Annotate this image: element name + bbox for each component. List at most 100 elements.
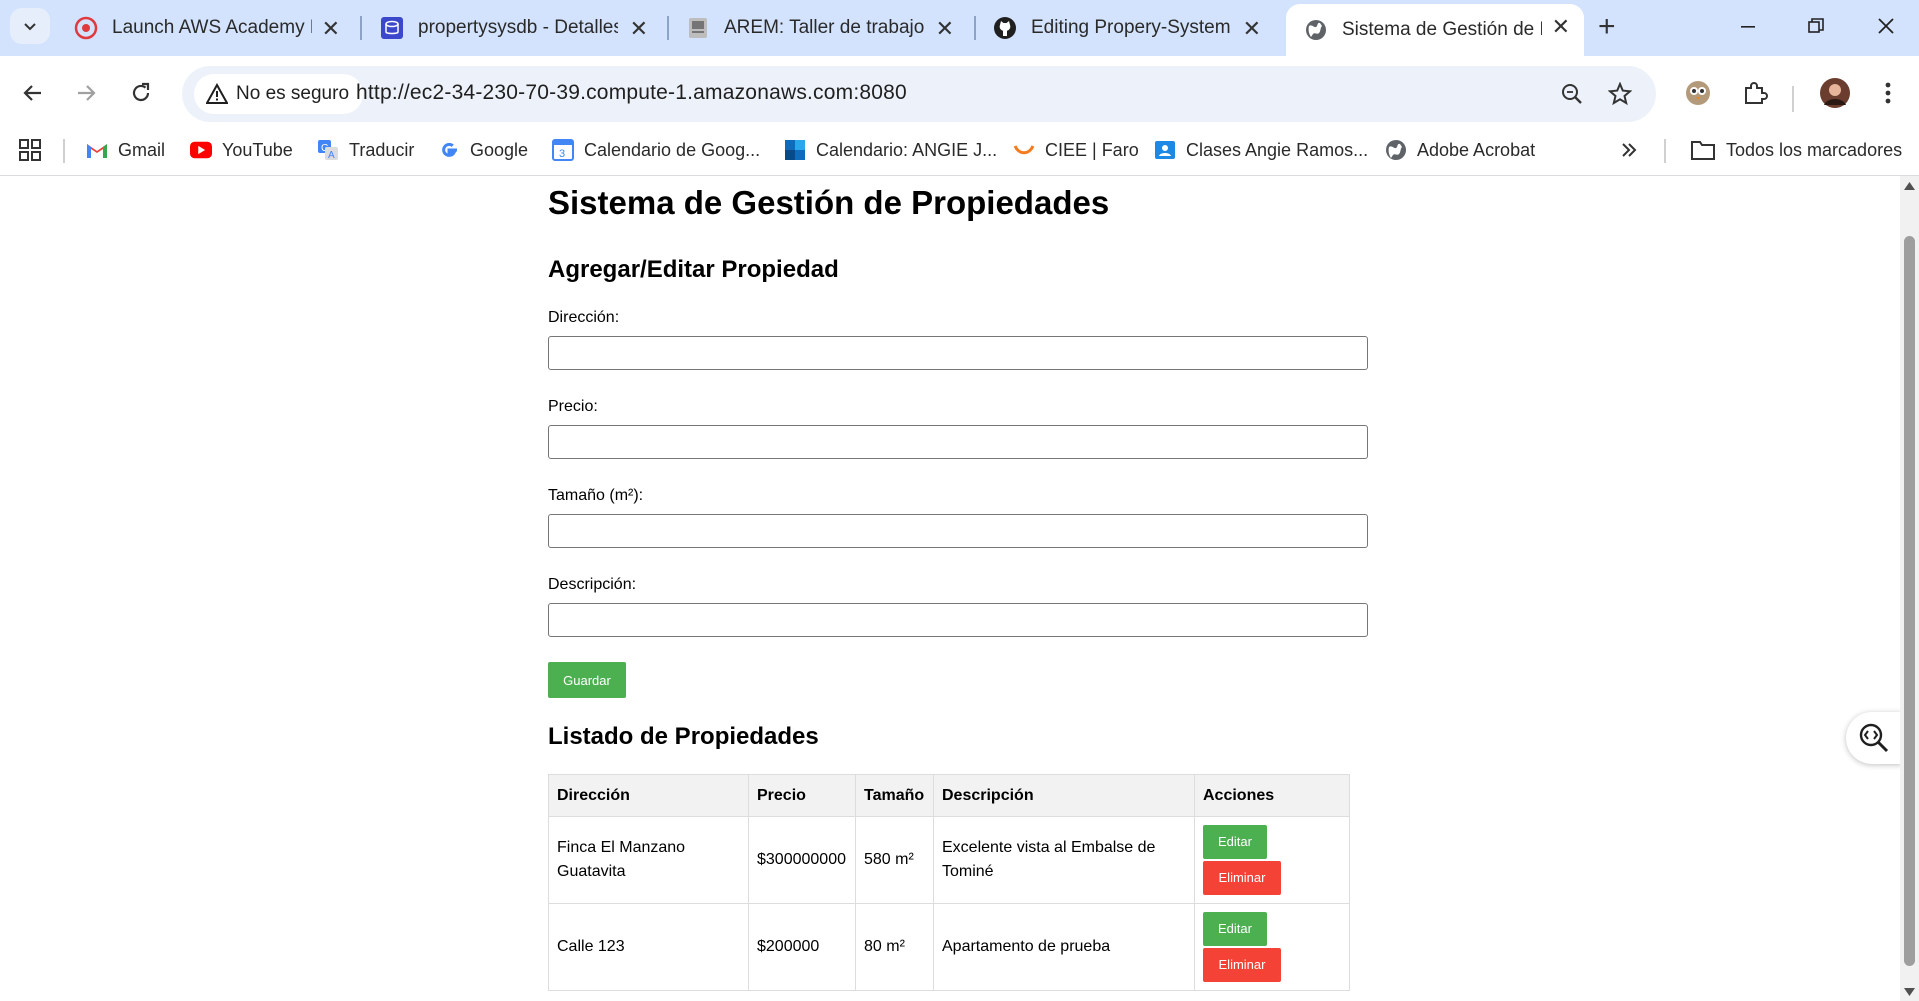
bookmark-label: YouTube xyxy=(222,139,293,160)
scroll-down-icon[interactable] xyxy=(1904,988,1915,996)
size-input[interactable] xyxy=(548,514,1368,548)
column-header-size: Tamaño xyxy=(855,774,934,817)
aws-academy-icon xyxy=(74,16,98,40)
document-icon xyxy=(686,16,710,40)
tab-arem[interactable]: AREM: Taller de trabajo ir ✕ xyxy=(668,6,968,50)
price-input[interactable] xyxy=(548,425,1368,459)
scrollbar-thumb[interactable] xyxy=(1904,236,1915,966)
cell-price: $200000 xyxy=(748,903,856,991)
globe-icon xyxy=(1304,18,1328,42)
bookmark-star-icon[interactable] xyxy=(1604,78,1636,110)
column-header-address: Dirección xyxy=(548,774,749,817)
price-label: Precio: xyxy=(548,398,598,415)
menu-kebab-icon[interactable] xyxy=(1868,73,1908,113)
bookmark-separator xyxy=(63,139,65,163)
github-icon xyxy=(993,16,1017,40)
security-chip-label: No es seguro xyxy=(236,83,350,104)
tab-github[interactable]: Editing Propery-System-/ ✕ xyxy=(975,6,1275,50)
close-tab-icon[interactable]: ✕ xyxy=(322,16,340,42)
bookmark-label: Clases Angie Ramos... xyxy=(1186,139,1369,160)
folder-icon xyxy=(1690,139,1716,161)
table-row: Finca El Manzano Guatavita $300000000 58… xyxy=(548,816,1350,904)
bookmark-label: Adobe Acrobat xyxy=(1417,139,1536,160)
youtube-icon xyxy=(190,139,212,161)
page-title: Sistema de Gestión de Propiedades xyxy=(548,184,1110,221)
bookmark-calendario-angie[interactable]: Calendario: ANGIE J... xyxy=(784,129,997,171)
gmail-icon xyxy=(86,139,108,161)
tab-search-button[interactable] xyxy=(10,8,50,44)
table-row: Calle 123 $200000 80 m² Apartamento de p… xyxy=(548,903,1350,991)
bookmark-label: Calendario: ANGIE J... xyxy=(816,139,998,160)
reload-icon[interactable] xyxy=(121,73,161,113)
site-security-chip[interactable]: No es seguro xyxy=(194,74,364,114)
bookmark-label: Google xyxy=(470,139,529,160)
tab-title: AREM: Taller de trabajo ir xyxy=(724,17,924,38)
description-label: Descripción: xyxy=(548,576,637,593)
edit-button[interactable]: Editar xyxy=(1203,825,1267,859)
url-text[interactable]: http://ec2-34-230-70-39.compute-1.amazon… xyxy=(356,81,907,105)
bookmark-adobe-acrobat[interactable]: Adobe Acrobat xyxy=(1385,129,1535,171)
bookmark-google[interactable]: Google xyxy=(438,129,528,171)
toolbar-separator xyxy=(1792,86,1794,112)
translate-icon: GA xyxy=(317,139,339,161)
page-scrollbar[interactable] xyxy=(1900,176,1919,1001)
bookmark-youtube[interactable]: YouTube xyxy=(190,129,293,171)
bookmark-traducir[interactable]: GA Traducir xyxy=(317,129,414,171)
close-tab-icon[interactable]: ✕ xyxy=(1552,14,1570,40)
lens-search-widget[interactable] xyxy=(1846,712,1902,764)
all-bookmarks-label: Todos los marcadores xyxy=(1726,139,1903,160)
bookmark-separator xyxy=(1664,139,1666,163)
cell-price: $300000000 xyxy=(748,816,856,904)
address-input[interactable] xyxy=(548,336,1368,370)
classroom-icon xyxy=(1154,139,1176,161)
new-tab-icon[interactable]: + xyxy=(1598,10,1616,44)
minimize-icon[interactable] xyxy=(1718,6,1778,46)
tab-propertysysdb[interactable]: propertysysdb - Detalles ✕ xyxy=(362,6,662,50)
chevron-down-icon xyxy=(24,23,36,31)
save-button[interactable]: Guardar xyxy=(548,662,626,698)
close-tab-icon[interactable]: ✕ xyxy=(936,16,954,42)
cell-description: Apartamento de prueba xyxy=(933,903,1195,991)
forward-icon[interactable] xyxy=(66,73,106,113)
close-tab-icon[interactable]: ✕ xyxy=(1243,16,1261,42)
bookmark-label: Gmail xyxy=(118,139,166,160)
extensions-puzzle-icon[interactable] xyxy=(1735,73,1775,113)
restore-icon[interactable] xyxy=(1786,6,1846,46)
apps-grid-icon[interactable] xyxy=(18,129,42,171)
scroll-up-icon[interactable] xyxy=(1904,182,1915,190)
zoom-icon[interactable] xyxy=(1556,78,1588,110)
svg-text:A: A xyxy=(328,150,335,161)
properties-table: Dirección Precio Tamaño Descripción Acci… xyxy=(548,774,1350,991)
more-bookmarks-icon[interactable] xyxy=(1620,129,1638,171)
listing-heading: Listado de Propiedades xyxy=(548,723,819,750)
close-window-icon[interactable] xyxy=(1856,6,1916,46)
profile-avatar[interactable] xyxy=(1815,73,1855,113)
tab-aws-academy[interactable]: Launch AWS Academy Le ✕ xyxy=(56,6,354,50)
tab-sistema-gestion[interactable]: Sistema de Gestión de Pr ✕ xyxy=(1286,4,1584,56)
rds-database-icon xyxy=(380,16,404,40)
all-bookmarks-folder[interactable]: Todos los marcadores xyxy=(1690,129,1902,171)
bookmark-gmail[interactable]: Gmail xyxy=(86,129,165,171)
cell-address: Calle 123 xyxy=(548,903,749,991)
cell-actions: Editar Eliminar xyxy=(1194,816,1350,904)
bookmark-ciee[interactable]: CIEE | Faro xyxy=(1013,129,1139,171)
extension-owl-icon[interactable] xyxy=(1678,73,1718,113)
tab-strip: Launch AWS Academy Le ✕ propertysysdb - … xyxy=(0,0,1919,56)
close-tab-icon[interactable]: ✕ xyxy=(630,16,648,42)
edit-button[interactable]: Editar xyxy=(1203,912,1267,946)
tab-title: Launch AWS Academy Le xyxy=(112,17,312,38)
delete-button[interactable]: Eliminar xyxy=(1203,861,1281,895)
address-label: Dirección: xyxy=(548,309,620,326)
description-input[interactable] xyxy=(548,603,1368,637)
tab-title: Sistema de Gestión de Pr xyxy=(1342,19,1542,40)
tab-title: Editing Propery-System-/ xyxy=(1031,17,1231,38)
delete-button[interactable]: Eliminar xyxy=(1203,948,1281,982)
back-icon[interactable] xyxy=(13,73,53,113)
bookmarks-bar: Gmail YouTube GA Traducir Google 3 Calen… xyxy=(0,129,1919,171)
bookmark-calendario-google[interactable]: 3 Calendario de Goog... xyxy=(552,129,760,171)
page-viewport: Sistema de Gestión de Propiedades Agrega… xyxy=(0,176,1900,1001)
bookmark-clases[interactable]: Clases Angie Ramos... xyxy=(1154,129,1368,171)
address-bar[interactable]: No es seguro http://ec2-34-230-70-39.com… xyxy=(182,66,1656,122)
bookmark-label: Calendario de Goog... xyxy=(584,139,761,160)
size-label: Tamaño (m²): xyxy=(548,487,644,504)
